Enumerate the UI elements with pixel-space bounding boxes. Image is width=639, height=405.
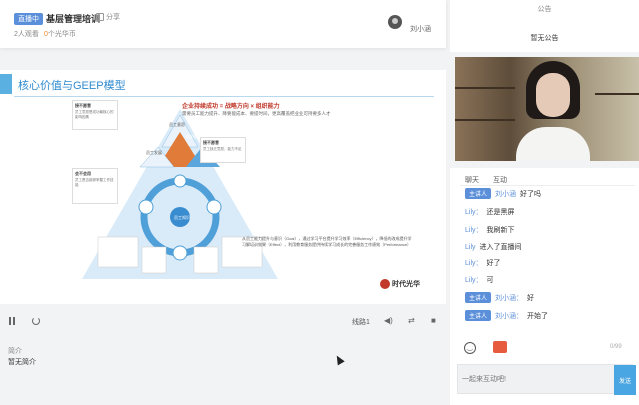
notice-title: 公告: [537, 6, 552, 13]
share-button[interactable]: 分享: [96, 12, 120, 22]
message-author: Lily：: [465, 209, 483, 216]
pyramid-label-left: 员工发展: [146, 150, 162, 155]
notice-text: 暂无公告: [530, 35, 559, 42]
message-author: 刘小涵：: [495, 294, 524, 302]
cycle-node-bottom: [172, 245, 188, 261]
tab-divider: [460, 185, 635, 186]
message-author: Lily：: [465, 227, 483, 234]
chat-message: 主讲人 刘小涵： 好: [465, 292, 534, 303]
message-text: 还是黑屏: [486, 209, 515, 216]
pyramid-label-top: 员工意愿: [169, 122, 185, 127]
send-button[interactable]: 发送: [614, 365, 636, 395]
coin-count: 0个光华币: [44, 29, 76, 39]
callout-title: 会不会用: [75, 171, 91, 176]
emoji-icon[interactable]: [464, 342, 476, 354]
message-text: 进入了直播间: [479, 244, 522, 251]
chat-input-box: [457, 364, 633, 394]
host-video: [455, 57, 639, 161]
chat-tabs: 聊天 互动: [465, 175, 507, 185]
cycle-node-left: [138, 199, 154, 215]
callout-left: 会不会用 员工是否能够掌握工作技能: [72, 168, 118, 204]
line-selector[interactable]: 线路1: [352, 317, 370, 327]
course-title: 基层管理培训: [46, 14, 101, 24]
callout-text: 员工是否能够掌握工作技能: [75, 178, 114, 187]
live-badge: 直播中: [14, 13, 43, 25]
brand-logo: 时代光华: [380, 279, 420, 289]
share-icon: [96, 13, 104, 21]
cycle-node-top: [173, 174, 187, 188]
player-controls: 线路1 ◀) ⇄ ■: [0, 312, 446, 332]
chat-panel: 聊天 互动 主讲人 刘小涵 好了吗 Lily： 还是黑屏 Lily： 我刷新下 …: [450, 168, 639, 405]
slide-subline: 需要员工能力提升、降要能成本、要提时间，更高覆盖把业业可持要多人才: [182, 111, 331, 116]
intro-text: 暂无简介: [8, 359, 36, 366]
info-box-mid-right: [193, 246, 219, 274]
slide-paragraph: 从员工能力提升与意识（Goal），通过学习平台提升学习效率（Efficiency…: [242, 236, 412, 247]
slide-title: 核心价值与GEEP模型: [18, 80, 126, 92]
bookshelf: [455, 87, 515, 89]
message-author: Lily：: [465, 277, 483, 284]
share-label: 分享: [106, 14, 120, 21]
chat-message: Lily 进入了直播间: [465, 242, 522, 252]
bookshelf: [455, 119, 515, 121]
host-name: 刘小涵: [410, 26, 431, 33]
callout-top-left: 接不愿意 员工意愿是成功最核心的影响因素: [72, 100, 118, 130]
chat-input[interactable]: [458, 365, 608, 393]
message-text: 好了吗: [520, 190, 542, 198]
brand-logo-icon: [380, 279, 390, 289]
chat-message: Lily： 可: [465, 275, 494, 285]
camera-icon[interactable]: ■: [431, 317, 441, 325]
message-author: 刘小涵: [495, 190, 517, 198]
message-text: 开始了: [527, 312, 549, 320]
refresh-icon[interactable]: [32, 317, 40, 325]
chat-message: Lily： 还是黑屏: [465, 207, 515, 217]
callout-title: 接不愿意: [203, 140, 219, 145]
message-author: Lily：: [465, 260, 483, 267]
callout-title: 接不愿意: [75, 103, 91, 108]
course-header: 直播中 基层管理培训 分享 2人观看 0个光华币 刘小涵: [0, 0, 446, 48]
viewer-count: 2人观看: [14, 31, 39, 38]
presenter-tag: 主讲人: [465, 310, 492, 321]
host-body: [516, 127, 590, 161]
callout-text: 员工缺乏意愿，能力不足: [203, 147, 242, 151]
slide-divider: [14, 96, 434, 97]
message-text: 好: [527, 294, 535, 302]
notice-panel: 公告 暂无公告: [450, 0, 639, 52]
chat-message: Lily： 我刷新下: [465, 225, 515, 235]
switch-icon[interactable]: ⇄: [408, 317, 418, 325]
slide-viewer: 核心价值与GEEP模型 员工意愿 组织能力 员工发展 员工能力 员工知识 接不愿…: [0, 70, 446, 304]
host-avatar[interactable]: [388, 15, 402, 29]
pyramid-label-center: 员工知识: [174, 215, 190, 220]
tab-interact[interactable]: 互动: [493, 175, 507, 185]
message-author: 刘小涵：: [495, 312, 524, 320]
chat-message: 主讲人 刘小涵： 开始了: [465, 310, 548, 321]
pause-icon[interactable]: [8, 317, 16, 325]
chat-message: 主讲人 刘小涵 好了吗: [465, 188, 541, 199]
chat-message: Lily： 好了: [465, 258, 501, 268]
host-face: [536, 73, 570, 117]
tab-chat[interactable]: 聊天: [465, 175, 479, 185]
info-box-left: [97, 236, 139, 268]
coin-label: 个光华币: [47, 31, 76, 38]
callout-right: 接不愿意 员工缺乏意愿，能力不足: [200, 137, 246, 163]
gift-icon[interactable]: [493, 341, 507, 353]
brand-logo-text: 时代光华: [392, 281, 420, 288]
volume-icon[interactable]: ◀): [384, 317, 394, 325]
slide-title-bar: [0, 74, 12, 94]
bookshelf: [595, 93, 639, 95]
message-text: 好了: [486, 260, 501, 267]
mouse-cursor-icon: [333, 353, 345, 366]
slide-headline: 企业持续成功 = 战略方向 × 组织能力: [182, 104, 280, 110]
presenter-tag: 主讲人: [465, 292, 492, 303]
callout-text: 员工意愿是成功最核心的影响因素: [75, 110, 114, 119]
char-counter: 0/99: [610, 344, 622, 350]
info-box-mid-left: [141, 246, 167, 274]
message-text: 可: [486, 277, 494, 284]
host-person: [516, 61, 590, 161]
presenter-tag: 主讲人: [465, 188, 492, 199]
intro-label: 简介: [8, 348, 22, 355]
message-author: Lily: [465, 243, 476, 251]
cycle-node-right: [206, 199, 222, 215]
live-classroom: 直播中 基层管理培训 分享 2人观看 0个光华币 刘小涵 核心价值与GEEP模型: [0, 0, 639, 405]
message-text: 我刷新下: [486, 227, 515, 234]
